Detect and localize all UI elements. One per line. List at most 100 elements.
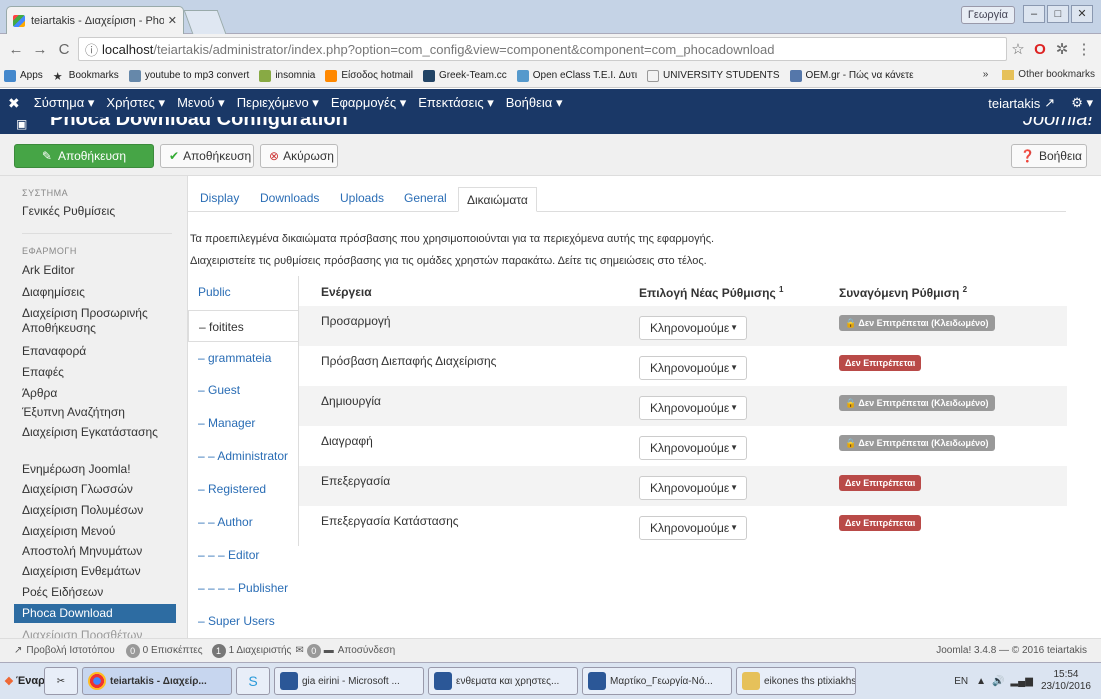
sidebar-item[interactable]: Διαχείριση Μενού: [22, 524, 174, 539]
menu-content[interactable]: Περιεχόμενο ▾: [237, 95, 319, 111]
menu-components[interactable]: Εφαρμογές ▾: [331, 95, 406, 111]
sidebar-item[interactable]: Ροές Ειδήσεων: [22, 585, 174, 600]
sidebar-item[interactable]: Άρθρα: [22, 386, 174, 401]
taskbar-item[interactable]: Μαρτίκο_Γεωργία-Νό...: [582, 667, 732, 695]
bookmark-greek-team[interactable]: Greek-Team.cc: [422, 69, 507, 82]
group-tab[interactable]: – Super Users: [188, 605, 298, 637]
sidebar-item[interactable]: Διαχείριση Γλωσσών: [22, 482, 174, 497]
reload-icon[interactable]: C: [54, 41, 74, 58]
tab-uploads[interactable]: Uploads: [340, 191, 384, 205]
new-tab-button[interactable]: [183, 10, 227, 34]
tab-downloads[interactable]: Downloads: [260, 191, 319, 205]
bookmark-bookmarks[interactable]: ★ Bookmarks: [53, 70, 119, 83]
volume-icon[interactable]: 🔊: [992, 676, 1004, 687]
tray-arrow-icon[interactable]: ▲: [976, 676, 986, 687]
menu-help[interactable]: Βοήθεια ▾: [506, 95, 563, 111]
sidebar-item[interactable]: Διαχείριση Ενθεμάτων: [22, 564, 174, 579]
profile-chip[interactable]: Γεωργία: [960, 6, 1015, 24]
minimize-icon[interactable]: –: [1023, 5, 1045, 23]
group-tab[interactable]: – Guest: [188, 374, 298, 406]
status-badge: Δεν Επιτρέπεται: [839, 355, 922, 371]
start-button[interactable]: ❖ Έναρξη: [4, 667, 57, 695]
save-close-button[interactable]: ✎ Αποθήκευση: [14, 144, 154, 168]
chrome-icon: [88, 672, 106, 690]
group-tab[interactable]: Public: [188, 276, 298, 308]
taskbar-item[interactable]: gia eirini - Microsoft ...: [274, 667, 424, 695]
menu-users[interactable]: Χρήστες ▾: [106, 95, 165, 111]
taskbar-item[interactable]: teiartakis - Διαχείρ...: [82, 667, 232, 695]
close-tab-icon[interactable]: ✕: [168, 14, 177, 27]
clock[interactable]: 15:54 23/10/2016: [1041, 669, 1091, 693]
view-site-link[interactable]: Προβολή Ιστοτόπου: [26, 645, 114, 656]
sidebar-item[interactable]: Έξυπνη Αναζήτηση: [22, 405, 174, 420]
setting-select[interactable]: Κληρονομούμε ▼: [639, 396, 747, 420]
sidebar-item[interactable]: Ενημέρωση Joomla!: [22, 462, 174, 477]
language-indicator[interactable]: EN: [954, 676, 968, 687]
other-bookmarks[interactable]: » Other bookmarks: [983, 69, 1095, 80]
tab-display[interactable]: Display: [200, 191, 239, 205]
sidebar-item[interactable]: Διαχείριση Προσθέτων: [22, 628, 174, 638]
sidebar-item[interactable]: Επαφές: [22, 365, 174, 380]
forward-icon[interactable]: →: [30, 41, 50, 58]
maximize-icon[interactable]: □: [1047, 5, 1069, 23]
sidebar-item[interactable]: Διαφημίσεις: [22, 285, 174, 300]
group-tab[interactable]: – grammateia: [188, 342, 298, 374]
taskbar-item[interactable]: eikones ths ptixiakhs: [736, 667, 856, 695]
menu-system[interactable]: Σύστημα ▾: [34, 95, 95, 111]
menu-icon[interactable]: ⋮: [1073, 40, 1095, 58]
joomla-logo-icon[interactable]: ✖: [8, 95, 20, 112]
sidebar-item[interactable]: Διαχείριση Εγκατάστασης: [22, 425, 174, 440]
pinned-app-icon[interactable]: ✂: [44, 667, 78, 695]
group-tab[interactable]: – Registered: [188, 473, 298, 505]
bookmark-apps[interactable]: Apps: [4, 69, 43, 82]
pinned-app-icon[interactable]: S: [236, 667, 270, 695]
bookmark-youtube[interactable]: youtube to mp3 convert: [128, 69, 249, 82]
group-tab[interactable]: – – – – Publisher: [188, 572, 298, 604]
group-tab[interactable]: – Manager: [188, 407, 298, 439]
setting-select[interactable]: Κληρονομούμε ▼: [639, 436, 747, 460]
logout-link[interactable]: Αποσύνδεση: [338, 645, 395, 656]
cancel-button[interactable]: ⊗ Ακύρωση: [260, 144, 338, 168]
menu-menus[interactable]: Μενού ▾: [177, 95, 225, 111]
user-menu[interactable]: teiartakis: [988, 96, 1040, 111]
tab-general[interactable]: General: [404, 191, 447, 205]
check-icon: ✔: [169, 149, 180, 163]
bookmark-university[interactable]: UNIVERSITY STUDENTS: [647, 69, 780, 82]
group-tab[interactable]: – foitites: [188, 310, 299, 342]
star-icon[interactable]: ☆: [1007, 40, 1029, 58]
sidebar-item-phoca-download[interactable]: Phoca Download: [14, 604, 176, 623]
taskbar-item[interactable]: ενθεματα και χρηστες...: [428, 667, 578, 695]
chevron-down-icon: ▼: [730, 323, 738, 332]
setting-select[interactable]: Κληρονομούμε ▼: [639, 516, 747, 540]
permissions-table: Ενέργεια Επιλογή Νέας Ρύθμισης 1 Συναγόμ…: [298, 276, 1067, 546]
address-bar[interactable]: ⓘ localhost /teiartakis/administrator/in…: [78, 37, 1007, 61]
sidebar-item[interactable]: Αποστολή Μηνυμάτων: [22, 544, 174, 559]
menu-extensions[interactable]: Επεκτάσεις ▾: [418, 95, 494, 111]
close-window-icon[interactable]: ✕: [1071, 5, 1093, 23]
bookmark-oem[interactable]: OEM.gr - Πώς να κάνετε: [789, 69, 914, 82]
browser-tab[interactable]: teiartakis - Διαχείριση - Pho ✕: [6, 6, 184, 34]
back-icon[interactable]: ←: [6, 41, 26, 58]
extension-icon[interactable]: ✲: [1051, 40, 1073, 58]
sidebar-item-global-config[interactable]: Γενικές Ρυθμίσεις: [22, 204, 174, 219]
signal-icon[interactable]: ▂▄▆: [1010, 676, 1032, 687]
bookmark-insomnia[interactable]: insomnia: [259, 69, 315, 82]
sidebar-item[interactable]: Διαχείριση Προσωρινής Αποθήκευσης: [22, 306, 174, 336]
sidebar-item[interactable]: Διαχείριση Πολυμέσων: [22, 503, 174, 518]
table-row: Επεξεργασία Κατάστασης Κληρονομούμε ▼ Δεν…: [299, 506, 1067, 546]
bookmark-eclass[interactable]: Open eClass T.E.I. Δυτι: [516, 69, 637, 82]
group-tab[interactable]: – – Administrator: [188, 440, 298, 472]
save-button[interactable]: ✔ Αποθήκευση: [160, 144, 254, 168]
group-tab[interactable]: – – Author: [188, 506, 298, 538]
sidebar-item[interactable]: Ark Editor: [22, 263, 174, 278]
setting-select[interactable]: Κληρονομούμε ▼: [639, 356, 747, 380]
gear-icon[interactable]: ⚙ ▾: [1071, 95, 1093, 111]
setting-select[interactable]: Κληρονομούμε ▼: [639, 476, 747, 500]
sidebar-item[interactable]: Επαναφορά: [22, 344, 174, 359]
help-button[interactable]: ❓ Βοήθεια: [1011, 144, 1087, 168]
opera-icon[interactable]: O: [1029, 41, 1051, 58]
group-tab[interactable]: – – – Editor: [188, 539, 298, 571]
bookmark-hotmail[interactable]: Είσοδος hotmail: [325, 69, 413, 82]
setting-select[interactable]: Κληρονομούμε ▼: [639, 316, 747, 340]
tab-permissions[interactable]: Δικαιώματα: [458, 187, 537, 212]
